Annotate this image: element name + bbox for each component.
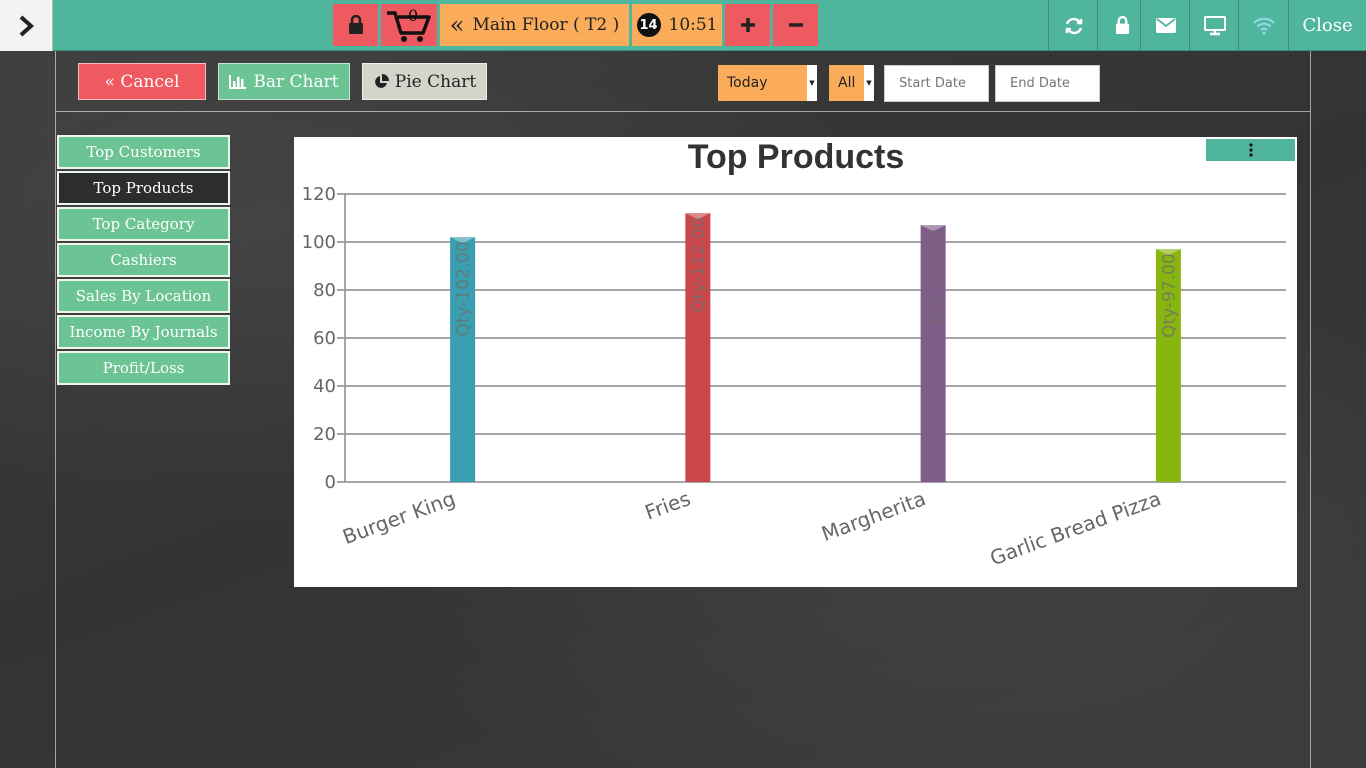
wifi-icon xyxy=(1252,17,1275,35)
connection-status-button[interactable] xyxy=(1238,0,1288,51)
refresh-button[interactable] xyxy=(1048,0,1098,51)
close-button[interactable]: Close xyxy=(1288,0,1366,51)
x-tick-label: Burger King xyxy=(339,486,458,549)
data-label: Qty-102.00 xyxy=(454,241,474,336)
double-chevron-left-icon: « xyxy=(449,11,465,39)
x-tick-label: Fries xyxy=(642,486,694,524)
chart-title: Top Products xyxy=(688,138,905,176)
floor-label: Main Floor ( T2 ) xyxy=(472,15,620,35)
filter-select-value: All xyxy=(838,75,856,91)
dropdown-arrow-icon: ▼ xyxy=(807,65,817,101)
plus-icon xyxy=(740,18,755,32)
end-date-input[interactable] xyxy=(995,65,1100,102)
remove-button[interactable] xyxy=(773,4,818,46)
time-display: 10:51 xyxy=(668,15,718,35)
sidebar-toggle-button[interactable] xyxy=(0,0,53,51)
start-date-input[interactable] xyxy=(884,65,989,102)
monitor-icon xyxy=(1203,15,1226,35)
bar-chart-label: Bar Chart xyxy=(253,71,339,92)
sidebar-item-sales-by-location[interactable]: Sales By Location xyxy=(57,279,230,313)
data-label: Qty-107.00 xyxy=(924,229,944,324)
frame-right-border xyxy=(1310,51,1311,768)
period-select[interactable]: Today ▼ xyxy=(718,65,817,101)
toolbar-divider xyxy=(56,111,1310,112)
pie-chart-button[interactable]: Pie Chart xyxy=(362,63,487,100)
bar-chart-button[interactable]: Bar Chart xyxy=(218,63,350,100)
x-tick-label: Garlic Bread Pizza xyxy=(987,486,1164,570)
table-badge: 14 xyxy=(636,13,661,37)
chart-panel: Top Products 0 20 40 60 80 100 120 Qty-102.00 B… xyxy=(294,137,1297,587)
x-tick-label: Margherita xyxy=(818,486,929,546)
cancel-button[interactable]: « Cancel xyxy=(78,63,206,100)
data-label: Qty-97.00 xyxy=(1159,253,1179,338)
customer-display-button[interactable] xyxy=(1189,0,1239,51)
y-tick-label: 40 xyxy=(313,376,336,397)
sidebar-item-top-customers[interactable]: Top Customers xyxy=(57,135,230,169)
y-tick-label: 100 xyxy=(302,232,336,253)
sidebar-item-income-by-journals[interactable]: Income By Journals xyxy=(57,315,230,349)
y-tick-label: 120 xyxy=(302,184,336,205)
lock-icon xyxy=(348,15,363,34)
messages-button[interactable] xyxy=(1140,0,1190,51)
y-tick-label: 80 xyxy=(313,280,336,301)
lock-button[interactable] xyxy=(333,4,378,46)
top-bar: 0 « Main Floor ( T2 ) 14 10:51 Close xyxy=(0,0,1366,51)
floor-button[interactable]: « Main Floor ( T2 ) xyxy=(440,4,629,46)
y-tick-label: 60 xyxy=(313,328,336,349)
sidebar-item-profit-loss[interactable]: Profit/Loss xyxy=(57,351,230,385)
lock-icon xyxy=(1115,16,1130,34)
refresh-icon xyxy=(1065,17,1082,34)
data-label: Qty-112.00 xyxy=(689,217,709,312)
bar-chart: Top Products 0 20 40 60 80 100 120 Qty-102.00 B… xyxy=(302,138,1286,570)
y-tick-label: 20 xyxy=(313,424,336,445)
y-tick-label: 0 xyxy=(325,472,336,493)
filter-select[interactable]: All ▼ xyxy=(829,65,874,101)
cart-button[interactable]: 0 xyxy=(381,4,437,46)
period-select-value: Today xyxy=(727,75,768,91)
minus-icon xyxy=(788,23,803,27)
sidebar-item-top-category[interactable]: Top Category xyxy=(57,207,230,241)
dropdown-arrow-icon: ▼ xyxy=(864,65,874,101)
frame-left-border xyxy=(55,51,56,768)
envelope-icon xyxy=(1155,18,1176,33)
bar-chart-icon xyxy=(229,74,247,89)
pie-chart-label: Pie Chart xyxy=(394,71,477,92)
sidebar-item-cashiers[interactable]: Cashiers xyxy=(57,243,230,277)
chevron-right-icon xyxy=(19,15,34,36)
cart-count: 0 xyxy=(408,6,419,25)
pie-chart-icon xyxy=(374,73,389,88)
table-time-button[interactable]: 14 10:51 xyxy=(632,4,722,46)
sidebar-item-top-products[interactable]: Top Products xyxy=(57,171,230,205)
add-button[interactable] xyxy=(725,4,770,46)
